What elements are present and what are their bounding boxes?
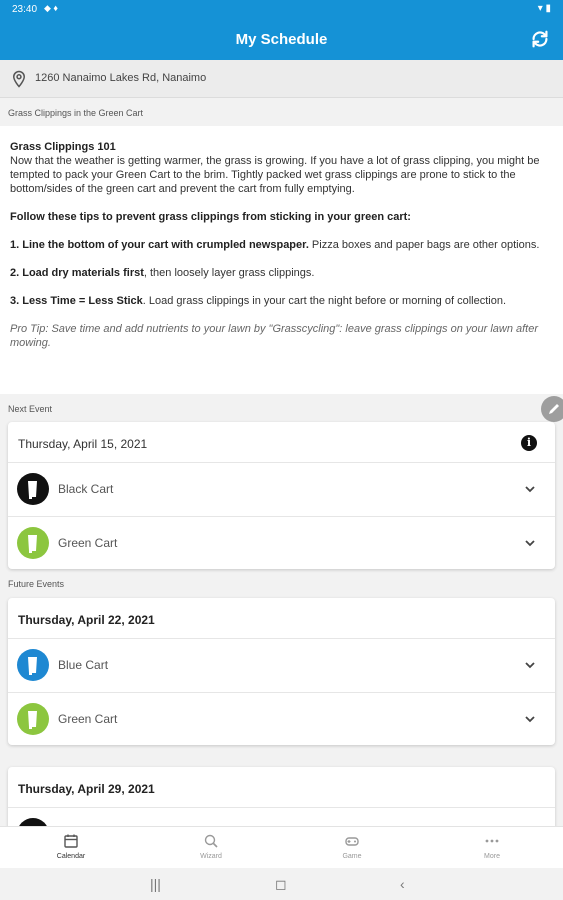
event-date: Thursday, April 29, 2021 — [18, 782, 155, 796]
cart-label: Blue Cart — [58, 658, 109, 672]
notice-heading: Grass Clippings 101 — [10, 141, 116, 153]
more-dots-icon — [485, 839, 499, 843]
chevron-down-icon[interactable] — [523, 536, 537, 550]
nav-label: Game — [342, 853, 362, 860]
cart-row-black[interactable]: Black Cart — [8, 462, 555, 515]
notice-intro: Now that the weather is getting warmer, … — [10, 155, 540, 195]
home-icon[interactable]: ◻ — [275, 876, 287, 893]
pro-tip: Pro Tip: Save time and add nutrients to … — [10, 323, 539, 349]
page-title: My Schedule — [235, 31, 328, 48]
status-bar: 23:40 ◆ ♦ ▾ ▮ — [0, 0, 563, 20]
edit-fab[interactable] — [541, 396, 563, 422]
app-bar: 23:40 ◆ ♦ ▾ ▮ My Schedule — [0, 0, 563, 60]
blue-cart-icon — [17, 649, 49, 681]
status-time: 23:40 — [12, 4, 38, 15]
address-text: 1260 Nanaimo Lakes Rd, Nanaimo — [35, 72, 207, 84]
cart-row-green[interactable]: Green Cart — [8, 692, 555, 745]
pencil-icon — [549, 404, 559, 414]
cart-row-blue[interactable]: Blue Cart — [8, 638, 555, 691]
refresh-icon[interactable] — [529, 28, 551, 50]
status-right-icons: ▾ ▮ — [537, 3, 551, 14]
calendar-icon — [64, 834, 78, 848]
nav-label: Wizard — [200, 853, 222, 860]
address-bar[interactable]: 1260 Nanaimo Lakes Rd, Nanaimo — [0, 60, 563, 98]
cart-label: Green Cart — [58, 712, 118, 726]
nav-calendar[interactable]: Calendar — [31, 833, 111, 860]
nav-game[interactable]: Game — [312, 833, 392, 860]
tip3-text: . Load grass clippings in your cart the … — [142, 295, 506, 307]
cart-row-green[interactable]: Green Cart — [8, 516, 555, 569]
system-nav-bar: ||| ◻ ‹ — [0, 868, 563, 900]
search-icon — [204, 834, 218, 848]
bottom-nav: Calendar Wizard Game More — [0, 826, 563, 868]
tip3-bold: 3. Less Time = Less Stick — [10, 295, 143, 307]
status-indicators: ◆ ♦ — [44, 3, 59, 13]
nav-label: Calendar — [56, 853, 86, 860]
nav-more[interactable]: More — [452, 833, 532, 860]
event-date: Thursday, April 22, 2021 — [18, 613, 155, 627]
tip2-bold: 2. Load dry materials first — [10, 267, 144, 279]
event-date: Thursday, April 15, 2021 — [18, 437, 148, 451]
notice-tips-heading: Follow these tips to prevent grass clipp… — [10, 211, 411, 223]
nav-label: More — [484, 853, 500, 860]
location-pin-icon — [12, 70, 26, 88]
info-icon[interactable]: i — [521, 435, 537, 451]
chevron-down-icon[interactable] — [523, 482, 537, 496]
green-cart-icon — [17, 527, 49, 559]
tip1-bold: 1. Line the bottom of your cart with cru… — [10, 239, 309, 251]
next-event-label: Next Event — [8, 404, 53, 414]
tip2-text: , then loosely layer grass clippings. — [143, 267, 315, 279]
notice-card: Grass Clippings 101 Now that the weather… — [0, 126, 563, 394]
next-event-card: Thursday, April 15, 2021 i Black Cart Gr… — [8, 422, 555, 569]
tip1-text: Pizza boxes and paper bags are other opt… — [308, 239, 540, 251]
nav-wizard[interactable]: Wizard — [171, 833, 251, 860]
cart-label: Black Cart — [58, 482, 114, 496]
recent-apps-icon[interactable]: ||| — [150, 876, 161, 892]
future-event-card: Thursday, April 22, 2021 Blue Cart Green… — [8, 598, 555, 745]
notice-section-label: Grass Clippings in the Green Cart — [8, 108, 144, 118]
chevron-down-icon[interactable] — [523, 712, 537, 726]
black-cart-icon — [17, 473, 49, 505]
back-icon[interactable]: ‹ — [400, 876, 405, 892]
chevron-down-icon[interactable] — [523, 658, 537, 672]
gamepad-icon — [345, 837, 359, 846]
cart-label: Green Cart — [58, 536, 118, 550]
green-cart-icon — [17, 703, 49, 735]
future-events-label: Future Events — [8, 579, 65, 589]
